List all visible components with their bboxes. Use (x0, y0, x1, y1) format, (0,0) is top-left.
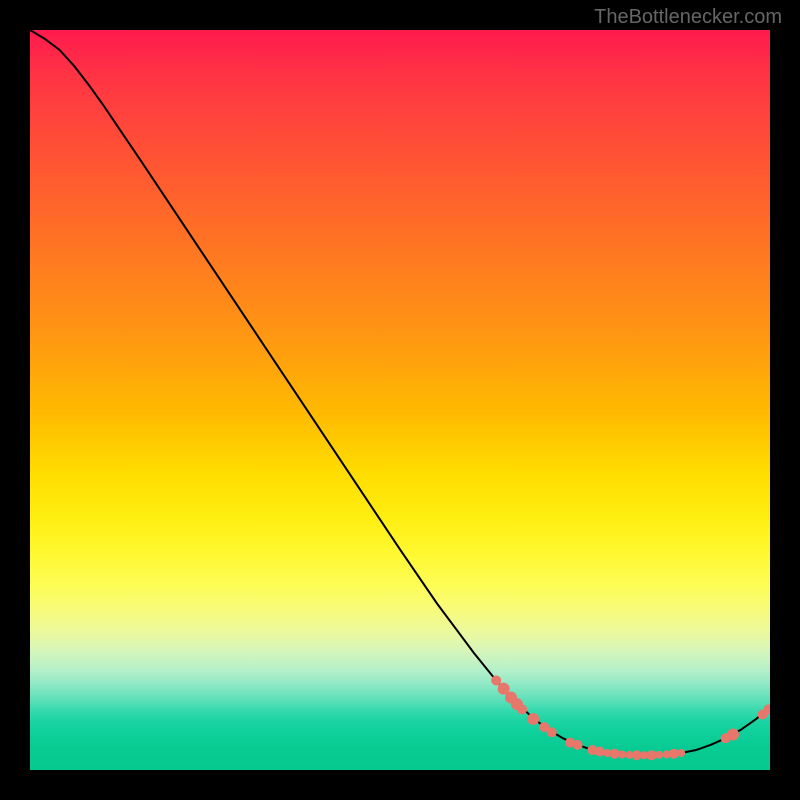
plot-area (30, 30, 770, 770)
watermark-text: TheBottlenecker.com (594, 6, 782, 29)
scatter-point (517, 704, 527, 714)
scatter-point (491, 675, 501, 685)
scatter-point (655, 751, 663, 759)
scatter-point (727, 728, 739, 740)
scatter-point (677, 749, 685, 757)
scatter-points (491, 675, 770, 760)
scatter-point (527, 713, 539, 725)
scatter-point (547, 727, 557, 737)
chart-svg (30, 30, 770, 770)
scatter-point (595, 747, 605, 757)
scatter-point (573, 740, 583, 750)
bottleneck-curve (30, 30, 770, 755)
scatter-point (618, 750, 626, 758)
